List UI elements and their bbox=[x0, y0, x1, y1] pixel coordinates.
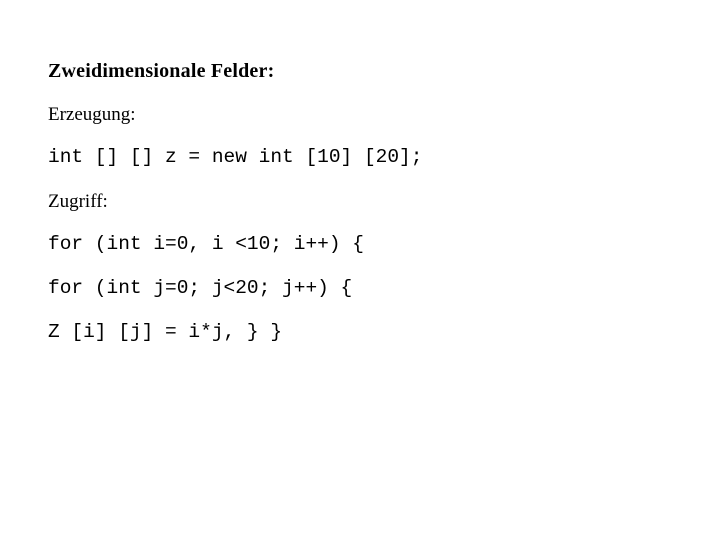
code-line-assignment: Z [i] [j] = i*j, } } bbox=[48, 321, 283, 343]
section-label-erzeugung: Erzeugung: bbox=[48, 104, 136, 125]
code-line-declaration: int [] [] z = new int [10] [20]; bbox=[48, 146, 423, 168]
page-title: Zweidimensionale Felder: bbox=[48, 60, 275, 82]
code-line-outer-for: for (int i=0, i <10; i++) { bbox=[48, 233, 364, 255]
code-line-inner-for: for (int j=0; j<20; j++) { bbox=[48, 277, 353, 299]
section-label-zugriff: Zugriff: bbox=[48, 191, 108, 212]
slide-canvas: Zweidimensionale Felder: Erzeugung: int … bbox=[0, 0, 720, 540]
